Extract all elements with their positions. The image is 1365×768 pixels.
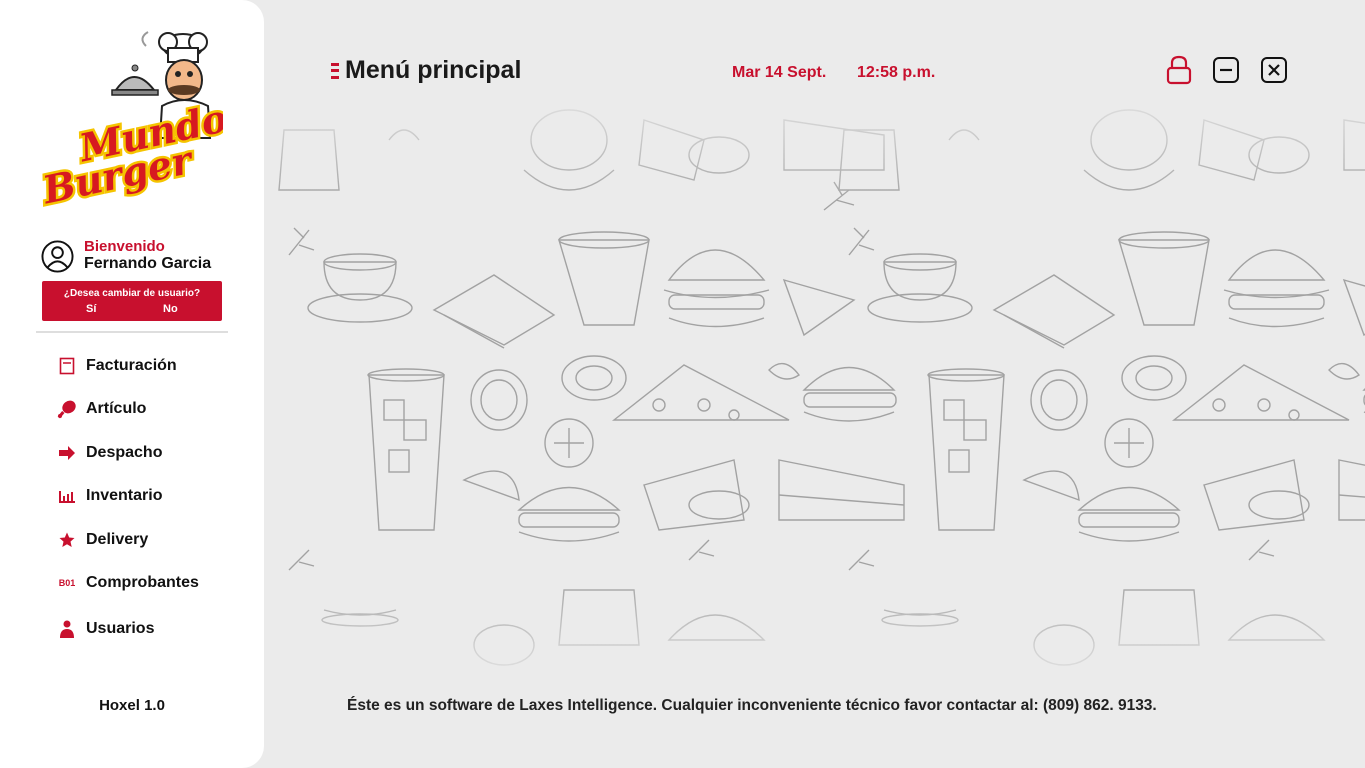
switch-user-yes-button[interactable]: Sí	[86, 303, 96, 315]
footer-support-text: Éste es un software de Laxes Intelligenc…	[347, 697, 1157, 714]
drumstick-icon	[56, 398, 78, 420]
page-title: Menú principal	[345, 56, 522, 84]
switch-user-no-button[interactable]: No	[163, 303, 178, 315]
divider	[36, 331, 228, 333]
close-icon	[1261, 57, 1287, 83]
sidebar-item-label: Despacho	[86, 444, 163, 461]
sidebar-item-label: Usuarios	[86, 620, 155, 637]
username: Fernando Garcia	[84, 255, 212, 272]
star-icon	[56, 529, 78, 551]
sidebar-item-delivery[interactable]: Delivery	[56, 527, 246, 553]
user-block: Bienvenido Fernando Garcia	[40, 238, 230, 278]
sidebar-item-label: Facturación	[86, 357, 177, 374]
invoice-icon	[56, 355, 78, 377]
time-label: 12:58 p.m.	[857, 64, 936, 81]
sidebar-item-label: Inventario	[86, 487, 163, 504]
welcome-label: Bienvenido	[84, 238, 165, 255]
sidebar-item-comprobantes[interactable]: B01 Comprobantes	[56, 570, 246, 596]
close-button[interactable]	[1260, 56, 1290, 88]
sidebar-item-despacho[interactable]: Despacho	[56, 440, 246, 466]
sidebar-item-inventario[interactable]: Inventario	[56, 483, 246, 509]
b01-icon: B01	[58, 578, 76, 588]
arrow-right-icon	[56, 442, 78, 464]
sidebar-item-label: Delivery	[86, 531, 149, 548]
main-area: Menú principal Mar 14 Sept. 12:58 p.m. É…	[264, 0, 1365, 768]
minimize-icon	[1213, 57, 1239, 83]
sidebar-item-label: Comprobantes	[86, 574, 199, 591]
avatar-icon	[41, 240, 74, 273]
title-mark-icon	[331, 62, 339, 79]
lock-icon	[1166, 55, 1192, 85]
sidebar-item-label: Artículo	[86, 400, 147, 417]
date-label: Mar 14 Sept.	[732, 64, 827, 81]
lock-button[interactable]	[1164, 54, 1194, 86]
sidebar-item-facturacion[interactable]: Facturación	[56, 353, 246, 379]
switch-user-question: ¿Desea cambiar de usuario?	[63, 288, 201, 299]
sidebar-item-articulo[interactable]: Artículo	[56, 396, 246, 422]
sidebar-item-usuarios[interactable]: Usuarios	[56, 616, 246, 642]
switch-user-prompt: ¿Desea cambiar de usuario? Sí No	[42, 281, 222, 321]
version-label: Hoxel 1.0	[99, 697, 165, 714]
food-pattern-background	[264, 100, 1365, 680]
sidebar: Mundo Burger Bienvenido Fernando Garcia …	[0, 0, 264, 768]
page-title-wrap: Menú principal	[331, 56, 521, 85]
minimize-button[interactable]	[1212, 56, 1242, 88]
bar-chart-icon	[56, 485, 78, 507]
mundo-burger-logo: Mundo Burger	[35, 28, 233, 215]
user-icon	[56, 618, 78, 640]
